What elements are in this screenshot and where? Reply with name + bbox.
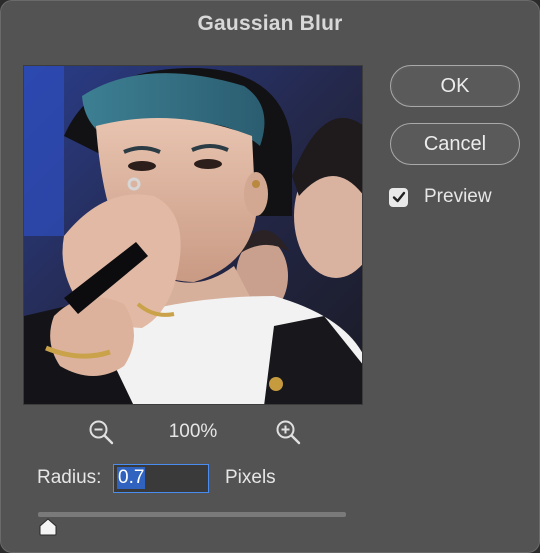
slider-thumb[interactable] — [38, 518, 58, 536]
slider-track[interactable] — [38, 512, 346, 517]
cancel-button[interactable]: Cancel — [390, 123, 520, 165]
radius-input[interactable]: 0.7 — [113, 463, 209, 493]
zoom-out-icon[interactable] — [88, 419, 114, 445]
zoom-level: 100% — [168, 421, 218, 442]
checkmark-icon — [392, 191, 405, 203]
dialog-title: Gaussian Blur — [197, 12, 343, 35]
radius-units-label: Pixels — [225, 467, 276, 488]
radius-label: Radius: — [37, 467, 102, 488]
preview-checkbox-row[interactable]: Preview — [389, 185, 492, 209]
zoom-controls: 100% — [1, 417, 539, 447]
preview-checkbox[interactable] — [389, 187, 408, 207]
zoom-in-icon[interactable] — [275, 419, 301, 445]
ok-button[interactable]: OK — [390, 65, 520, 107]
preview-image[interactable] — [23, 65, 363, 405]
preview-photo — [24, 66, 362, 404]
gaussian-blur-dialog: Gaussian Blur OK Cancel Preview 100% Rad… — [0, 0, 540, 553]
preview-label: Preview — [424, 186, 492, 207]
radius-slider[interactable] — [38, 509, 346, 537]
radius-row: Radius: 0.7 Pixels — [37, 463, 276, 493]
radius-value[interactable]: 0.7 — [117, 467, 146, 489]
